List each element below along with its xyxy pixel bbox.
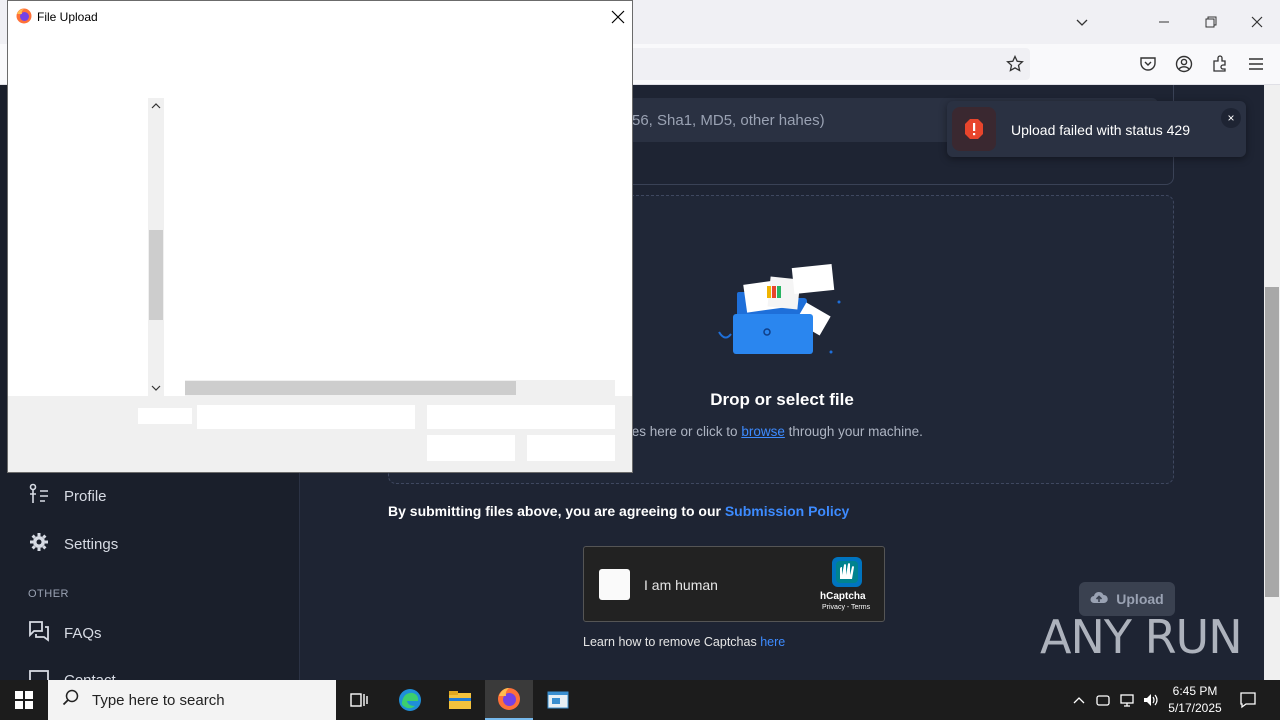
file-name-label [138, 408, 192, 424]
sidebar-item-faqs[interactable]: FAQs [28, 619, 102, 647]
firefox-logo-icon [16, 8, 32, 29]
faq-icon [28, 620, 50, 646]
dialog-horizontal-scrollbar[interactable] [185, 380, 615, 396]
search-icon [62, 689, 80, 711]
taskbar-search[interactable]: Type here to search [48, 680, 336, 720]
dropzone-subtitle: files here or click to browse through yo… [622, 424, 923, 439]
dialog-hscroll-thumb[interactable] [185, 381, 516, 395]
minimize-button[interactable] [1150, 8, 1178, 36]
file-type-select[interactable] [427, 405, 615, 429]
dialog-title: File Upload [37, 10, 98, 24]
cloud-upload-icon [1090, 591, 1109, 608]
account-icon[interactable] [1172, 52, 1196, 76]
browse-link[interactable]: browse [741, 424, 785, 439]
network-icon[interactable] [1117, 690, 1137, 710]
sidebar-item-label: FAQs [64, 624, 102, 642]
restore-button[interactable] [1197, 8, 1225, 36]
windows-logo-icon [15, 691, 33, 709]
toast-message: Upload failed with status 429 [1011, 122, 1190, 138]
anyrun-watermark: ANY RUN [1040, 610, 1243, 664]
file-name-input[interactable] [197, 405, 415, 429]
taskbar-edge[interactable] [386, 680, 434, 720]
app-window-icon [547, 691, 569, 709]
captcha-label: I am human [644, 577, 718, 593]
edge-icon [399, 689, 421, 711]
sidebar-item-contact[interactable]: Contact [28, 666, 116, 680]
menu-icon[interactable] [1244, 52, 1268, 76]
sidebar-item-label: Contact [64, 671, 116, 681]
sidebar-item-label: Settings [64, 535, 119, 553]
close-window-button[interactable] [1243, 8, 1271, 36]
submission-policy-link[interactable]: Submission Policy [725, 503, 849, 519]
windows-taskbar: Type here to search 6:45 PM 5/17/2025 [0, 680, 1280, 720]
page-scrollbar-thumb[interactable] [1265, 287, 1279, 597]
file-upload-dialog: File Upload [7, 0, 633, 473]
task-view-icon [350, 693, 368, 707]
taskbar-search-placeholder: Type here to search [92, 691, 225, 709]
dropzone-sub-suffix: through your machine. [788, 424, 923, 439]
hcaptcha-logo-icon [832, 557, 862, 587]
pocket-icon[interactable] [1136, 52, 1160, 76]
close-icon [611, 10, 625, 24]
bookmark-star-icon[interactable] [1003, 52, 1027, 76]
cancel-button[interactable] [527, 435, 615, 461]
scroll-down-arrow-icon[interactable] [148, 380, 164, 396]
folder-files-illustration [718, 263, 841, 354]
profile-icon [28, 483, 50, 509]
sidebar-item-settings[interactable]: Settings [28, 530, 118, 558]
captcha-checkbox[interactable] [599, 569, 630, 600]
dialog-vertical-scrollbar[interactable] [148, 98, 164, 396]
taskbar-firefox[interactable] [485, 680, 533, 720]
page-scrollbar[interactable] [1264, 85, 1280, 680]
volume-icon[interactable] [1141, 690, 1161, 710]
captcha-brand: hCaptcha [820, 591, 866, 602]
dialog-close-button[interactable] [606, 5, 630, 29]
clock-time: 6:45 PM [1172, 684, 1218, 698]
meet-now-icon[interactable] [1093, 690, 1113, 710]
folder-icon [449, 691, 471, 709]
scroll-up-arrow-icon[interactable] [148, 98, 164, 114]
sidebar-section-heading: OTHER [28, 588, 69, 600]
show-hidden-icons-button[interactable] [1069, 690, 1089, 710]
error-toast: Upload failed with status 429 × [947, 101, 1246, 157]
list-all-tabs-button[interactable] [1068, 8, 1096, 36]
taskbar-file-explorer[interactable] [436, 680, 484, 720]
sidebar-item-label: Profile [64, 487, 107, 505]
policy-text: By submitting files above, you are agree… [388, 503, 721, 519]
dropzone-sub-prefix: files here or click to [622, 424, 738, 439]
captcha-privacy-terms[interactable]: Privacy - Terms [822, 604, 870, 611]
taskbar-app-window[interactable] [534, 680, 582, 720]
captcha-help-text: Learn how to remove Captchas [583, 635, 757, 649]
taskbar-clock[interactable]: 6:45 PM 5/17/2025 [1160, 683, 1230, 717]
toast-close-button[interactable]: × [1221, 108, 1241, 128]
hash-search-placeholder: 56, Sha1, MD5, other hahes) [632, 112, 825, 129]
submission-policy-notice: By submitting files above, you are agree… [388, 503, 849, 519]
sidebar-item-profile[interactable]: Profile [28, 482, 107, 510]
open-button[interactable] [427, 435, 515, 461]
clock-date: 5/17/2025 [1168, 701, 1222, 715]
captcha-help: Learn how to remove Captchas here [583, 635, 785, 649]
upload-button-label: Upload [1116, 591, 1164, 607]
firefox-icon [498, 688, 520, 710]
start-button[interactable] [0, 680, 48, 720]
hcaptcha-widget: I am human hCaptcha Privacy - Terms [583, 546, 885, 622]
contact-icon [28, 667, 50, 680]
dialog-scrollbar-thumb[interactable] [149, 230, 163, 320]
dialog-bottom-panel [8, 396, 632, 472]
gear-icon [28, 531, 50, 557]
captcha-help-link[interactable]: here [760, 635, 785, 649]
extensions-icon[interactable] [1208, 52, 1232, 76]
notifications-icon[interactable] [1238, 690, 1258, 710]
task-view-button[interactable] [336, 680, 384, 720]
error-icon [952, 107, 996, 151]
